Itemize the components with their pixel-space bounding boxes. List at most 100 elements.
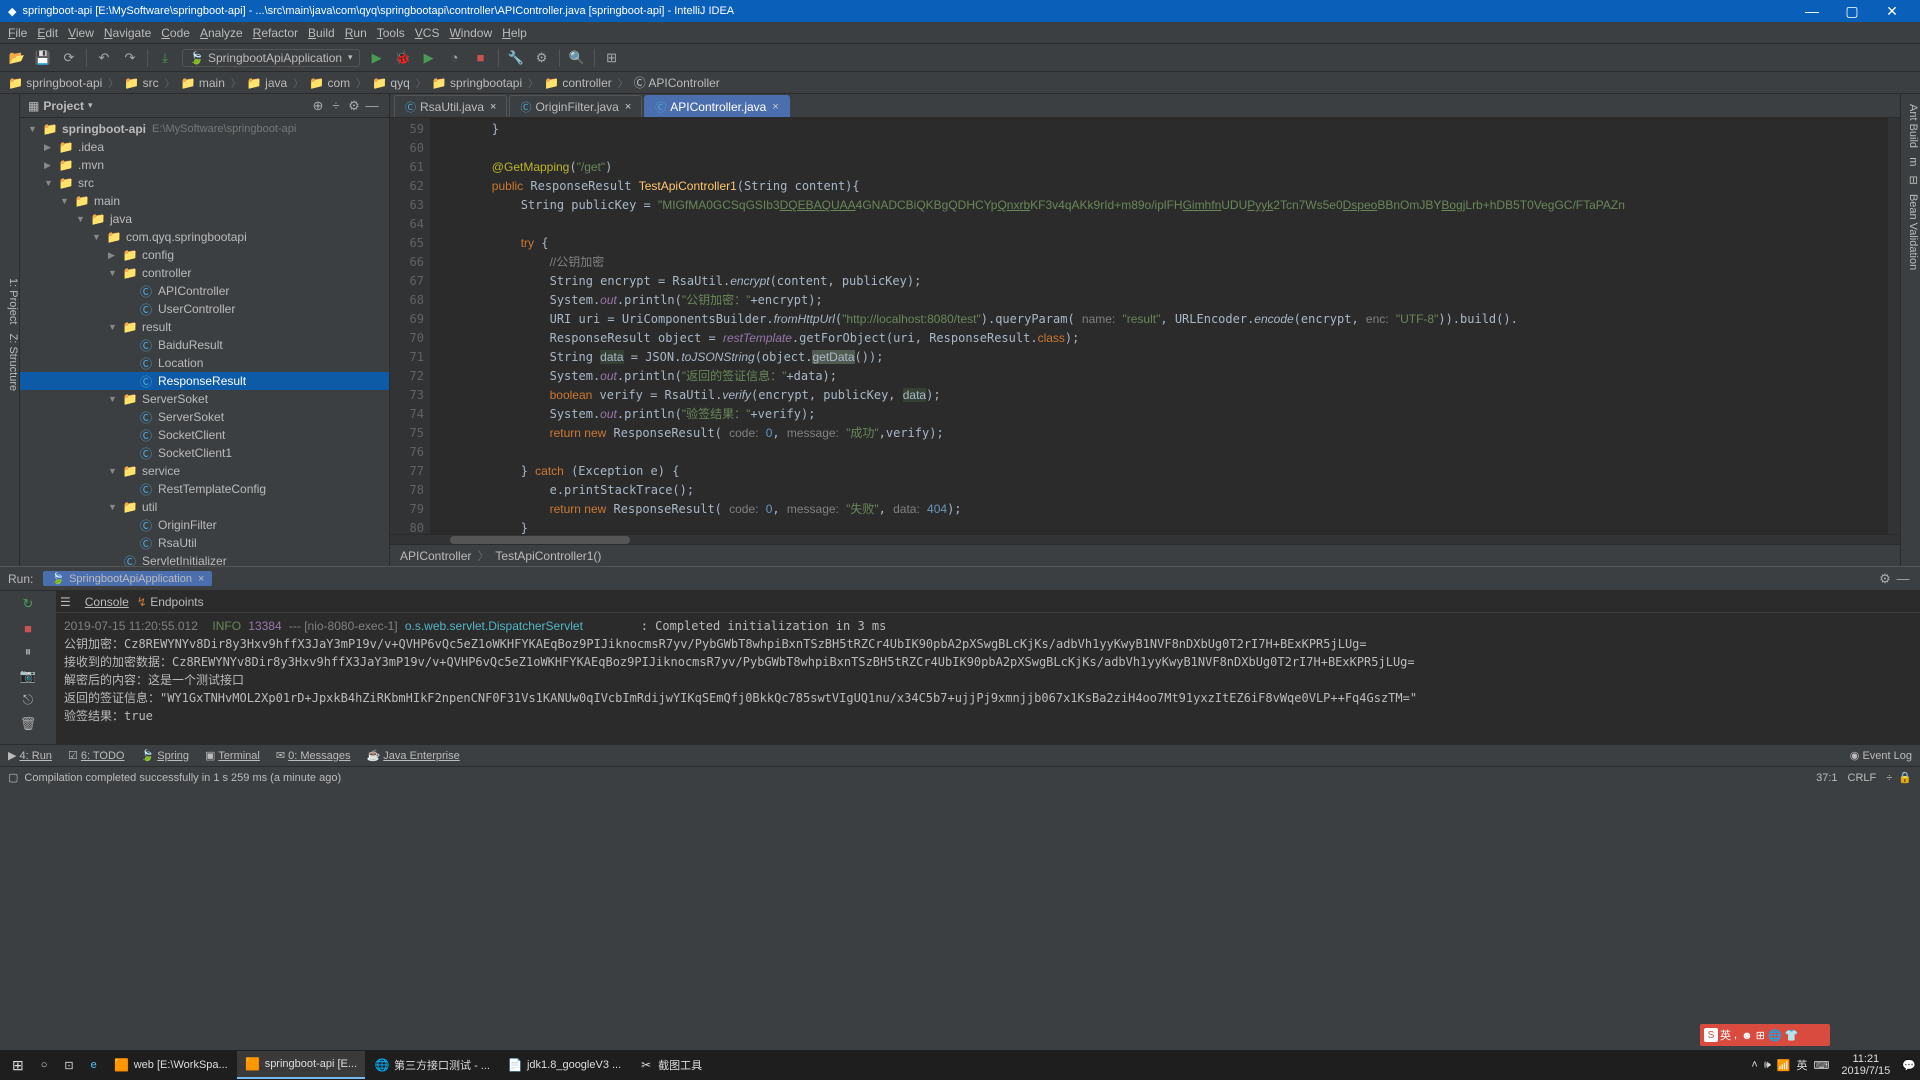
panel-settings-icon[interactable]: ⚙ — [345, 97, 363, 115]
code-editor[interactable]: } @GetMapping("/get") public ResponseRes… — [430, 118, 1888, 534]
taskbar-web [E:\WorkSpa...[interactable]: 🟧web [E:\WorkSpa... — [106, 1051, 236, 1079]
tree-item-APIController[interactable]: ⒸAPIController — [20, 282, 389, 300]
profile-icon[interactable]: ◔ — [446, 49, 464, 67]
stop-run-icon[interactable]: ■ — [19, 619, 37, 637]
maven-tab[interactable]: m — [1907, 157, 1919, 166]
cortana-button[interactable]: ○ — [33, 1051, 56, 1079]
taskbar-springboot-api [E...[interactable]: 🟧springboot-api [E... — [237, 1051, 365, 1079]
tree-item-Location[interactable]: ⒸLocation — [20, 354, 389, 372]
bottom-tab-4[interactable]: ✉ 0: Messages — [276, 749, 351, 762]
tree-item-main[interactable]: ▼📁main — [20, 192, 389, 210]
console-tab[interactable]: Console — [85, 595, 129, 609]
menu-vcs[interactable]: VCS — [415, 26, 440, 40]
stop-icon[interactable]: ■ — [472, 49, 490, 67]
notifications-icon[interactable]: 💬 — [1902, 1059, 1916, 1072]
select-opened-icon[interactable]: ⊕ — [309, 97, 327, 115]
redo-icon[interactable]: ↷ — [121, 49, 139, 67]
crumb-java[interactable]: 📁 java — [247, 76, 287, 90]
menu-view[interactable]: View — [68, 26, 94, 40]
tree-item-.mvn[interactable]: ▶📁.mvn — [20, 156, 389, 174]
tree-item-SocketClient[interactable]: ⒸSocketClient — [20, 426, 389, 444]
tree-item-config[interactable]: ▶📁config — [20, 246, 389, 264]
structure-icon[interactable]: ⊞ — [603, 49, 621, 67]
crumb-springbootapi[interactable]: 📁 springbootapi — [432, 76, 522, 90]
database-tab[interactable]: ⊟ — [1907, 176, 1919, 185]
crumb-src[interactable]: 📁 src — [124, 76, 158, 90]
bean-validation-tab[interactable]: Bean Validation — [1907, 194, 1919, 270]
start-button[interactable]: ⊞ — [4, 1051, 32, 1079]
bottom-tab-0[interactable]: ▶ 4: Run — [8, 749, 52, 762]
search-icon[interactable]: 🔍 — [568, 49, 586, 67]
tab-RsaUtil.java[interactable]: ⒸRsaUtil.java× — [394, 95, 507, 117]
clock-time[interactable]: 11:21 — [1841, 1053, 1890, 1065]
crumb-main[interactable]: 📁 main — [181, 76, 225, 90]
tree-item-com.qyq.springbootapi[interactable]: ▼📁com.qyq.springbootapi — [20, 228, 389, 246]
wifi-icon[interactable]: 📶 — [1777, 1059, 1791, 1072]
tray-up-icon[interactable]: ˄ — [1751, 1059, 1757, 1071]
bottom-tab-2[interactable]: 🍃 Spring — [140, 749, 189, 762]
menu-file[interactable]: File — [8, 26, 27, 40]
tree-item-SocketClient1[interactable]: ⒸSocketClient1 — [20, 444, 389, 462]
tree-item-UserController[interactable]: ⒸUserController — [20, 300, 389, 318]
menu-build[interactable]: Build — [308, 26, 335, 40]
crumb-qyq[interactable]: 📁 qyq — [372, 76, 410, 90]
tree-item-ResponseResult[interactable]: ⒸResponseResult — [20, 372, 389, 390]
exit-icon[interactable]: ⎋ — [19, 691, 37, 709]
build-icon[interactable]: ⤓ — [156, 49, 174, 67]
ant-build-tab[interactable]: Ant Build — [1907, 104, 1919, 148]
settings-icon[interactable]: ⚙ — [533, 49, 551, 67]
save-icon[interactable]: 💾 — [34, 49, 52, 67]
wrench-icon[interactable]: 🔧 — [507, 49, 525, 67]
hide-icon[interactable]: — — [363, 97, 381, 115]
line-separator[interactable]: CRLF — [1848, 772, 1877, 784]
console-output[interactable]: 2019-07-15 11:20:55.012 INFO 13384 --- [… — [56, 613, 1920, 744]
crumb-com[interactable]: 📁 com — [309, 76, 350, 90]
taskbar-jdk1.8_googleV3 ...[interactable]: 📄jdk1.8_googleV3 ... — [499, 1051, 629, 1079]
structure-tab-left[interactable]: Z: Structure — [7, 334, 19, 391]
endpoints-tab[interactable]: ↯ Endpoints — [137, 595, 204, 609]
close-button[interactable]: ✕ — [1872, 3, 1912, 20]
dump-icon[interactable]: 📷 — [19, 667, 37, 685]
tab-APIController.java[interactable]: ⒸAPIController.java× — [644, 95, 789, 117]
tree-item-src[interactable]: ▼📁src — [20, 174, 389, 192]
tree-item-java[interactable]: ▼📁java — [20, 210, 389, 228]
run-settings-icon[interactable]: ⚙ — [1876, 570, 1894, 588]
project-tree[interactable]: ▼📁springboot-apiE:\MySoftware\springboot… — [20, 118, 389, 566]
crumb-springboot-api[interactable]: 📁 springboot-api — [8, 76, 102, 90]
open-icon[interactable]: 📂 — [8, 49, 26, 67]
code-breadcrumb[interactable]: APIController〉TestApiController1() — [390, 544, 1900, 566]
coverage-icon[interactable]: ▶ — [420, 49, 438, 67]
tree-item-result[interactable]: ▼📁result — [20, 318, 389, 336]
menu-edit[interactable]: Edit — [37, 26, 58, 40]
run-config-selector[interactable]: 🍃 SpringbootApiApplication ▾ — [182, 49, 360, 67]
tree-item-.idea[interactable]: ▶📁.idea — [20, 138, 389, 156]
ime-icon[interactable]: 英 — [1796, 1057, 1807, 1073]
menu-code[interactable]: Code — [161, 26, 190, 40]
collapse-all-icon[interactable]: ÷ — [327, 97, 345, 115]
menu-refactor[interactable]: Refactor — [253, 26, 298, 40]
event-log[interactable]: ◉ Event Log — [1850, 749, 1912, 762]
minimize-button[interactable]: — — [1792, 3, 1832, 19]
task-view-button[interactable]: ⊡ — [56, 1051, 81, 1079]
maximize-button[interactable]: ▢ — [1832, 3, 1872, 20]
menu-run[interactable]: Run — [345, 26, 367, 40]
bottom-tab-5[interactable]: ☕ Java Enterprise — [367, 749, 460, 762]
menu-navigate[interactable]: Navigate — [104, 26, 151, 40]
bottom-tab-1[interactable]: ☑ 6: TODO — [68, 749, 125, 762]
tree-item-controller[interactable]: ▼📁controller — [20, 264, 389, 282]
tree-item-RestTemplateConfig[interactable]: ⒸRestTemplateConfig — [20, 480, 389, 498]
taskbar-截图工具[interactable]: ✂截图工具 — [630, 1051, 710, 1079]
project-tab[interactable]: 1: Project — [7, 278, 19, 324]
menubar[interactable]: FileEditViewNavigateCodeAnalyzeRefactorB… — [0, 22, 1920, 44]
tree-root[interactable]: ▼📁springboot-apiE:\MySoftware\springboot… — [20, 120, 389, 138]
crumb-APIController[interactable]: Ⓒ APIController — [634, 74, 720, 91]
tab-OriginFilter.java[interactable]: ⒸOriginFilter.java× — [509, 95, 642, 117]
menu-tools[interactable]: Tools — [377, 26, 405, 40]
error-stripe[interactable] — [1888, 118, 1900, 534]
tree-item-service[interactable]: ▼📁service — [20, 462, 389, 480]
tree-item-OriginFilter[interactable]: ⒸOriginFilter — [20, 516, 389, 534]
right-sidebar-tabs[interactable]: Ant Build m ⊟ Bean Validation — [1900, 94, 1920, 566]
tree-item-ServerSoket[interactable]: ⒸServerSoket — [20, 408, 389, 426]
undo-icon[interactable]: ↶ — [95, 49, 113, 67]
menu-window[interactable]: Window — [449, 26, 492, 40]
